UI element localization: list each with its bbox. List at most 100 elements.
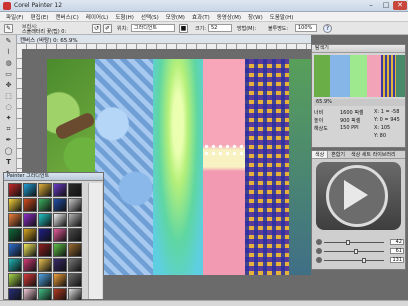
menu-item-movie[interactable]: 동영상(M) [217,13,241,21]
saturation-slider-row: 61 [316,248,405,255]
gradient-swatch[interactable] [23,213,37,227]
saturation-value[interactable]: 61 [390,248,404,254]
text-icon[interactable]: T [3,158,14,167]
gradient-swatch[interactable] [38,273,52,287]
gradient-swatch[interactable] [53,198,67,212]
brush-icon[interactable]: ✎ [3,37,14,46]
gradient-swatch[interactable] [68,198,82,212]
paint-bucket-icon[interactable]: ◍ [3,59,14,68]
reset-tool-icon[interactable]: ↺ [92,24,101,33]
tab-mixer[interactable]: 혼합기 [328,151,348,158]
brush-selector-icon[interactable]: ✎ [4,24,13,33]
layer-adjuster-icon[interactable]: ✥ [3,81,14,90]
menu-item-layer[interactable]: 레이어(L) [86,13,109,21]
close-button[interactable]: ✕ [393,1,407,10]
eraser-icon[interactable]: ▭ [3,70,14,79]
saturation-slider-knob[interactable] [354,249,358,254]
gradient-swatch[interactable] [68,243,82,257]
gradient-swatch[interactable] [38,243,52,257]
gradient-swatch[interactable] [23,198,37,212]
gradient-swatch[interactable] [8,213,22,227]
menu-item-file[interactable]: 파일(F) [6,13,24,21]
gradient-swatch[interactable] [8,273,22,287]
tab-color[interactable]: 색상 [312,151,329,158]
minimize-button[interactable]: – [364,1,378,10]
info-x2-value: X: 105 [374,125,391,131]
magic-wand-icon[interactable]: ✦ [3,114,14,123]
gradient-swatch[interactable] [38,228,52,242]
gradient-grid [8,183,84,302]
menu-item-select[interactable]: 선택(S) [141,13,159,21]
pen-icon[interactable]: ✒ [3,136,14,145]
value-value[interactable]: 131 [390,257,404,263]
gradient-swatch[interactable] [53,228,67,242]
menu-item-edit[interactable]: 편집(E) [31,13,49,21]
gradient-swatch[interactable] [8,258,22,272]
gradient-swatch[interactable] [23,273,37,287]
gradient-swatch[interactable] [23,258,37,272]
navigator-preview[interactable] [314,55,405,97]
menu-item-help[interactable]: 도움말(H) [270,13,294,21]
help-icon[interactable]: ? [323,24,332,33]
value-track[interactable] [324,260,384,261]
menu-item-effects[interactable]: 효과(T) [192,13,210,21]
effect-dropdown[interactable]: 그라디언트 [131,24,175,32]
gradient-swatch[interactable] [8,198,22,212]
tab-color-set[interactable]: 색상 세트 라이브러리 [348,151,399,158]
rectangular-selection-icon[interactable]: ⬚ [3,92,14,101]
hue-icon [316,239,322,245]
gradient-swatch[interactable] [68,213,82,227]
gradient-swatch[interactable] [23,243,37,257]
value-slider-knob[interactable] [362,258,366,263]
maximize-button[interactable]: □ [379,1,393,10]
pink-petal-stripe [203,59,245,275]
value-slider-row: 131 [316,257,405,264]
gradient-swatch[interactable] [53,258,67,272]
gradient-swatch[interactable] [68,183,82,197]
document-title: 캔버스 (바탕) 0: 65.9% [20,38,78,44]
menu-item-canvas[interactable]: 캔버스(C) [55,13,78,21]
gradient-swatch[interactable] [53,183,67,197]
menu-item-view[interactable]: 모양(M) [166,13,185,21]
gradient-swatch[interactable] [68,228,82,242]
gradient-swatch[interactable] [53,273,67,287]
gradient-swatch-icon[interactable]: ■ [179,24,188,33]
navigator-zoom[interactable]: 65.9% [314,99,405,106]
shape-icon[interactable]: ◯ [3,147,14,156]
gradient-preview-strip [88,183,102,299]
size-field[interactable]: 52 [208,24,232,32]
info-width-label: 너비 [314,110,324,116]
gradient-library-panel: Painter 그라디언트 [3,172,104,302]
lasso-icon[interactable]: ◌ [3,103,14,112]
gradient-swatch[interactable] [38,198,52,212]
gradient-swatch[interactable] [23,183,37,197]
hue-slider-knob[interactable] [346,240,350,245]
gradient-swatch[interactable] [8,243,22,257]
gradient-swatch[interactable] [8,183,22,197]
gradient-swatch[interactable] [23,228,37,242]
saturation-triangle[interactable] [344,180,368,210]
hue-track[interactable] [324,242,384,243]
brush-name[interactable]: 스플래터리 꽃(팁) 0: [22,28,66,35]
gradient-swatch[interactable] [8,228,22,242]
color-wheel[interactable] [316,162,401,230]
gradient-swatch[interactable] [53,213,67,227]
gradient-swatch[interactable] [38,258,52,272]
dropper-icon[interactable]: ⌇ [3,48,14,57]
opacity-label: 불투명도: [268,26,289,32]
gradient-swatch[interactable] [68,273,82,287]
brush-tool-icon[interactable]: ✐ [103,24,112,33]
opacity-field[interactable]: 100% [295,24,317,32]
hue-value[interactable]: 42 [390,239,404,245]
color-panel: 색상 혼합기 색상 세트 라이브러리 42 61 131 [311,150,406,270]
gradient-swatch[interactable] [38,213,52,227]
crop-icon[interactable]: ⌗ [3,125,14,134]
menu-item-window[interactable]: 창(W) [248,13,263,21]
gradient-swatch[interactable] [38,183,52,197]
gradient-swatch[interactable] [68,258,82,272]
gradient-swatch[interactable] [53,243,67,257]
plaid-stripe [245,59,289,275]
method-label: 방법(M): [237,26,257,32]
menu-item-shape[interactable]: 도형(H) [115,13,134,21]
branch-shape [53,111,97,141]
